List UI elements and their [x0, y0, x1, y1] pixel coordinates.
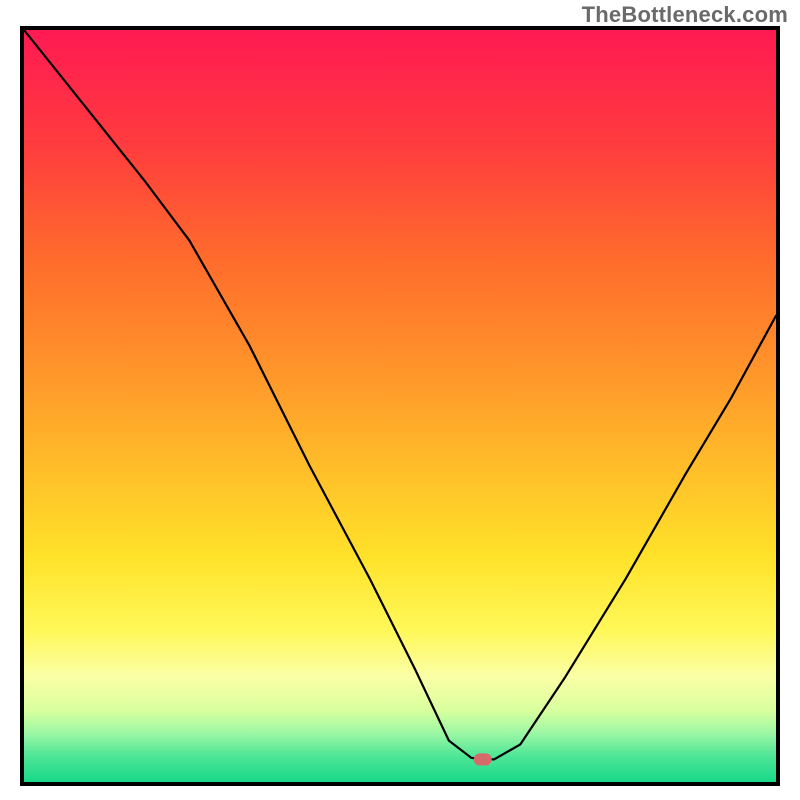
chart-frame: [20, 26, 780, 786]
bottleneck-chart: [24, 30, 776, 782]
watermark-text: TheBottleneck.com: [582, 2, 788, 28]
chart-background: [24, 30, 776, 782]
optimal-marker: [474, 753, 492, 765]
